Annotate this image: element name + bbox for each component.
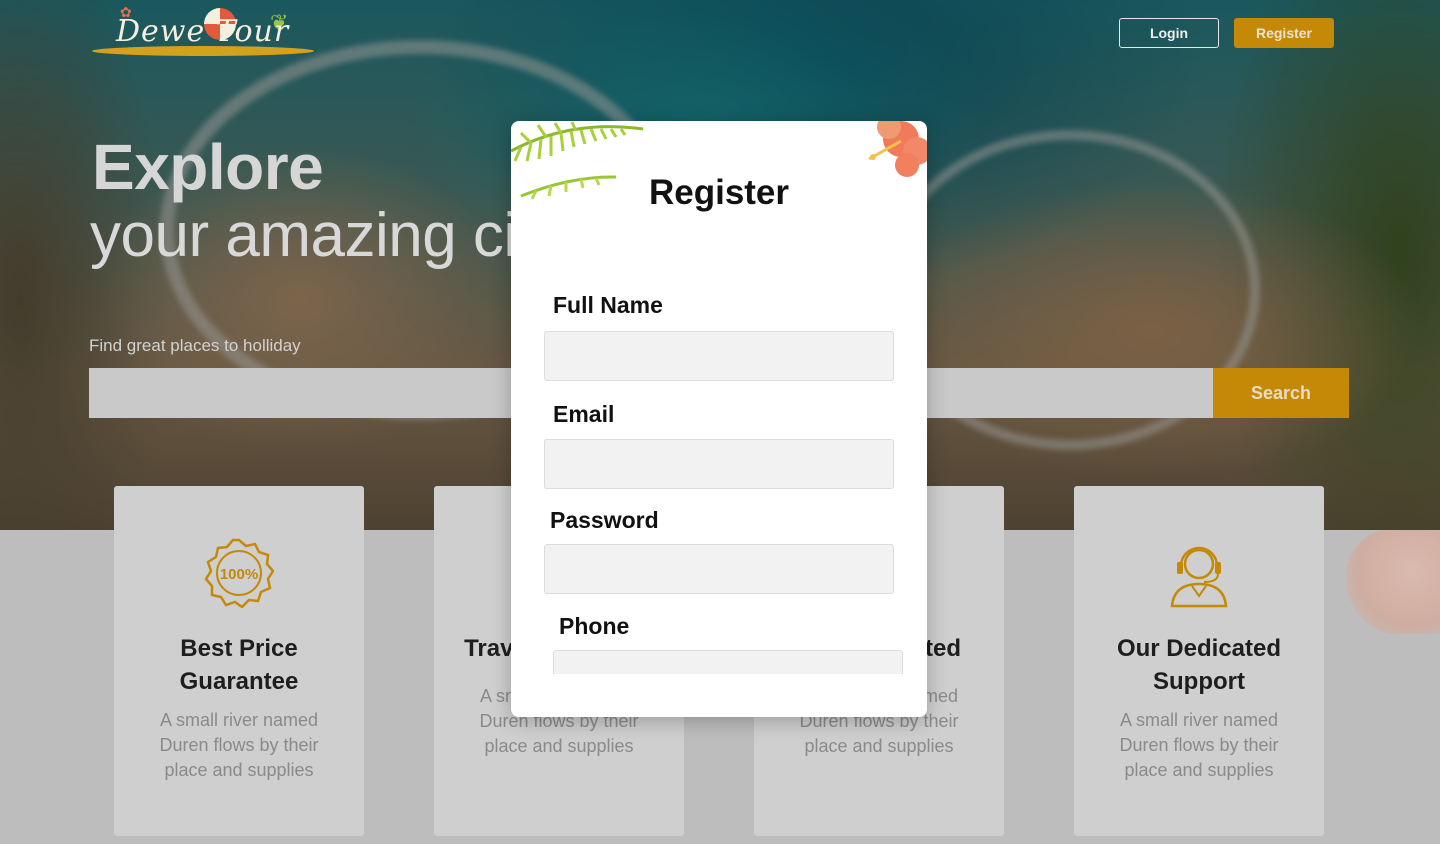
phone-field-viewport [553, 650, 903, 674]
email-label: Email [553, 401, 615, 427]
hero-subtitle: your amazing city [90, 201, 564, 270]
email-field[interactable] [544, 439, 894, 489]
password-field[interactable] [544, 544, 894, 594]
feature-desc: A small river named Duren flows by their… [1119, 710, 1279, 780]
hero-title: Explore [92, 131, 324, 203]
feature-card: 100% Best Price Guarantee A small river … [114, 486, 364, 836]
feature-title: Best Price Guarantee [179, 635, 299, 695]
phone-label: Phone [559, 613, 630, 639]
hibiscus-decoration [1346, 530, 1440, 634]
register-button[interactable]: Register [1234, 18, 1334, 48]
logo[interactable]: ✿ ❦ Dewe Tour [92, 4, 318, 60]
full-name-field[interactable] [544, 331, 894, 381]
password-label: Password [550, 507, 659, 533]
100-percent-badge-icon: 100% [204, 538, 274, 608]
search-caption: Find great places to holliday [89, 336, 301, 355]
full-name-label: Full Name [553, 292, 663, 318]
logo-text: Dewe Tour [116, 14, 290, 49]
register-modal: Register Full Name Email Password Phone [511, 121, 927, 717]
feature-card: Our Dedicated Support A small river name… [1074, 486, 1324, 836]
svg-text:100%: 100% [220, 566, 258, 583]
search-button[interactable]: Search [1213, 368, 1349, 418]
headset-support-icon [1170, 546, 1228, 608]
feature-title: Our Dedicated Support [1116, 635, 1282, 695]
hibiscus-flower-decoration [868, 121, 927, 177]
feature-desc: A small river named Duren flows by their… [159, 710, 319, 780]
phone-field[interactable] [553, 650, 903, 674]
login-button[interactable]: Login [1119, 18, 1219, 48]
modal-title: Register [648, 173, 790, 212]
